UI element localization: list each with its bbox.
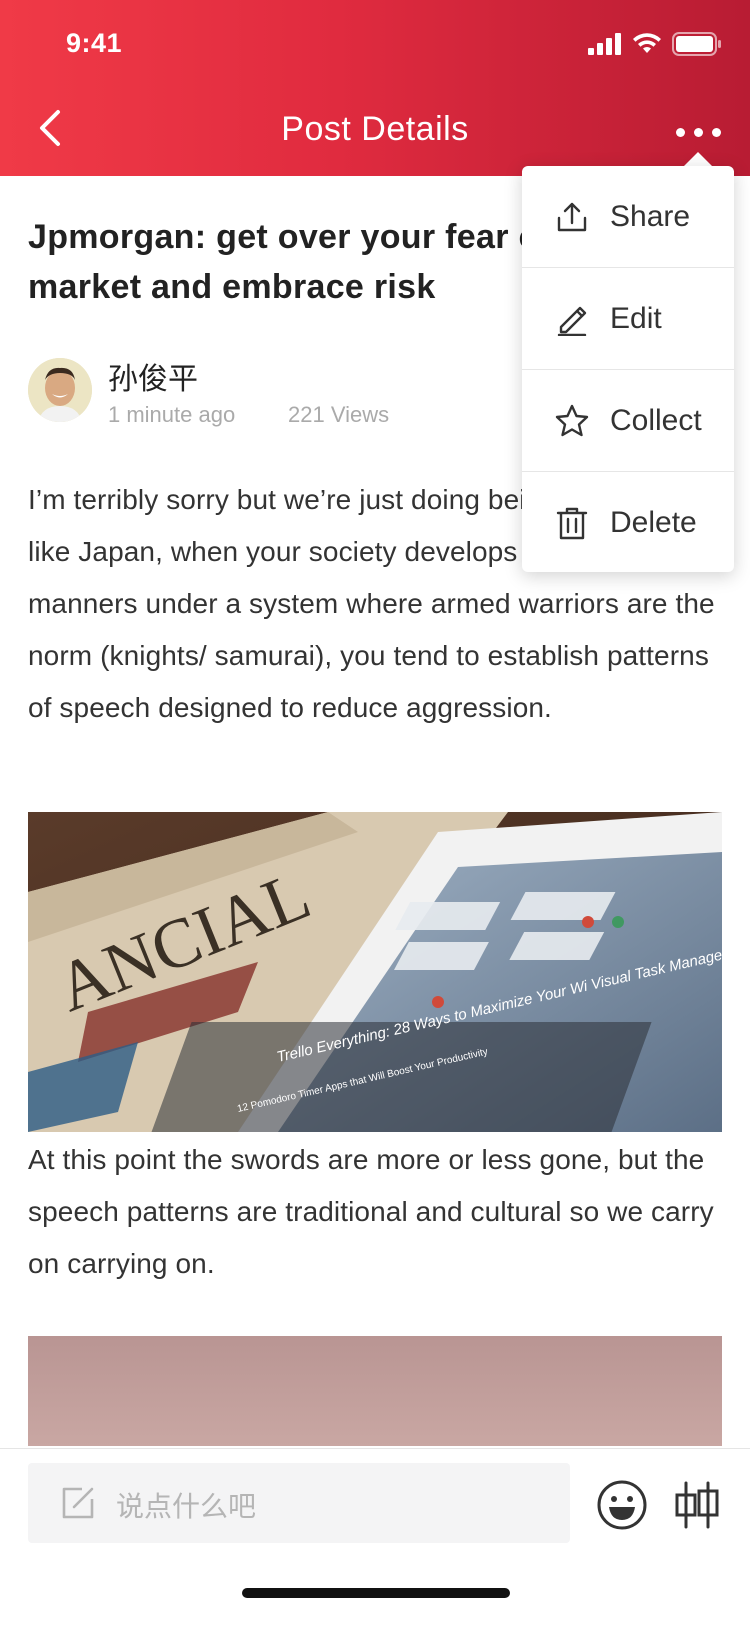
wifi-icon — [633, 33, 661, 53]
menu-item-label: Edit — [610, 301, 662, 335]
battery-icon — [672, 32, 721, 56]
edit-note-icon — [62, 1487, 94, 1519]
more-dot — [675, 127, 685, 137]
comment-bar: 说点什么吧 — [0, 1448, 750, 1625]
page-title: Post Details — [281, 110, 469, 148]
menu-item-collect[interactable]: Collect — [522, 370, 734, 471]
post-image-tablet[interactable]: ANCIAL Trello Everything: 28 Ways to Max… — [28, 812, 722, 1132]
avatar[interactable] — [28, 358, 92, 422]
menu-item-delete[interactable]: Delete — [522, 472, 734, 573]
edit-icon — [552, 299, 592, 339]
emoji-button[interactable] — [596, 1479, 648, 1531]
tablet-newspaper-photo: ANCIAL Trello Everything: 28 Ways to Max… — [28, 812, 722, 1132]
more-menu: Share Edit Collect Delete — [522, 166, 734, 572]
trash-icon — [552, 503, 592, 543]
more-dot — [693, 127, 703, 137]
post-time: 1 minute ago — [108, 402, 236, 427]
status-icons — [588, 32, 722, 56]
home-indicator[interactable] — [242, 1588, 510, 1598]
pink-texture-photo — [28, 1336, 722, 1446]
author-name[interactable]: 孙俊平 — [108, 354, 198, 398]
signal-icon — [588, 33, 621, 55]
compare-button[interactable] — [674, 1479, 720, 1531]
star-icon — [552, 401, 592, 441]
avatar-image — [28, 358, 92, 422]
compare-icon — [675, 1481, 719, 1529]
header-bar: 9:41 Post Details — [0, 0, 750, 176]
post-views: 221 Views — [288, 402, 390, 427]
menu-item-share[interactable]: Share — [522, 166, 734, 267]
emoji-icon — [597, 1480, 647, 1530]
comment-input[interactable]: 说点什么吧 — [28, 1463, 570, 1543]
post-paragraph: At this point the swords are more or les… — [28, 1144, 714, 1279]
comment-placeholder: 说点什么吧 — [116, 1491, 257, 1522]
status-time: 9:41 — [66, 28, 123, 58]
share-icon — [552, 197, 592, 237]
menu-arrow — [684, 152, 712, 166]
menu-item-label: Share — [610, 199, 691, 233]
menu-item-label: Collect — [610, 403, 702, 437]
menu-item-label: Delete — [610, 505, 697, 539]
more-button[interactable] — [668, 112, 728, 152]
more-dot — [711, 127, 721, 137]
menu-item-edit[interactable]: Edit — [522, 268, 734, 369]
post-image-secondary[interactable] — [28, 1336, 722, 1446]
